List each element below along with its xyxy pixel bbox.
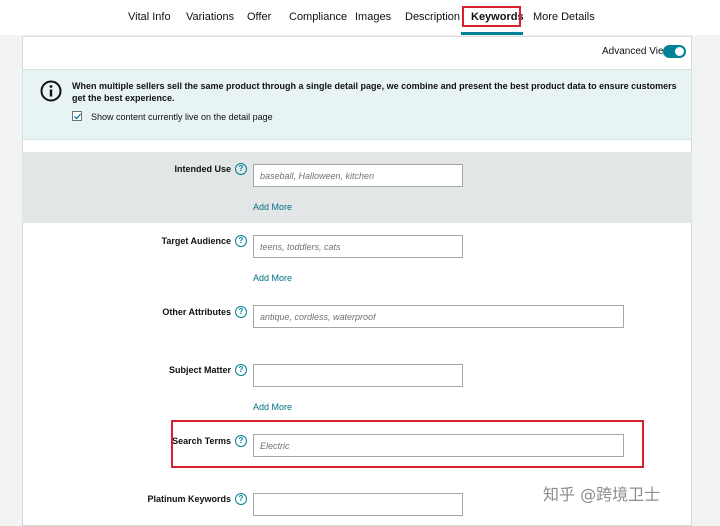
search-terms-highlight — [171, 420, 644, 468]
intended-use-input[interactable] — [253, 164, 463, 187]
tab-variations[interactable]: Variations — [186, 11, 234, 23]
tab-description[interactable]: Description — [405, 11, 460, 23]
advanced-view-toggle[interactable] — [663, 45, 686, 58]
show-live-content-checkbox[interactable] — [72, 111, 82, 121]
target-audience-input[interactable] — [253, 235, 463, 258]
tab-offer[interactable]: Offer — [247, 11, 271, 23]
target-audience-label: Target Audience — [161, 236, 231, 246]
intended-use-row — [22, 152, 692, 223]
subject-matter-label: Subject Matter — [168, 365, 231, 375]
info-text: When multiple sellers sell the same prod… — [72, 81, 677, 103]
platinum-keywords-label: Platinum Keywords — [147, 494, 231, 504]
other-attributes-help-icon[interactable]: ? — [235, 306, 247, 318]
info-circle-icon — [40, 80, 62, 102]
subject-matter-add-more-link[interactable]: Add More — [253, 402, 292, 412]
target-audience-help-icon[interactable]: ? — [235, 235, 247, 247]
advanced-view-label: Advanced View — [602, 46, 671, 57]
platinum-keywords-help-icon[interactable]: ? — [235, 493, 247, 505]
active-tab-indicator — [461, 32, 523, 35]
intended-use-label: Intended Use — [174, 164, 231, 174]
toggle-knob — [675, 47, 684, 56]
intended-use-help-icon[interactable]: ? — [235, 163, 247, 175]
tab-vital-info[interactable]: Vital Info — [128, 11, 171, 23]
tab-compliance[interactable]: Compliance — [289, 11, 347, 23]
intended-use-add-more-link[interactable]: Add More — [253, 202, 292, 212]
show-live-content-label: Show content currently live on the detai… — [91, 112, 273, 122]
tab-bar: Vital Info Variations Offer Compliance I… — [0, 0, 720, 35]
platinum-keywords-input[interactable] — [253, 493, 463, 516]
other-attributes-label: Other Attributes — [162, 307, 231, 317]
keywords-tab-highlight — [462, 6, 521, 27]
watermark: 知乎 @跨境卫士 — [543, 485, 661, 504]
other-attributes-input[interactable] — [253, 305, 624, 328]
tab-more-details[interactable]: More Details — [533, 11, 595, 23]
subject-matter-input[interactable] — [253, 364, 463, 387]
target-audience-add-more-link[interactable]: Add More — [253, 273, 292, 283]
subject-matter-help-icon[interactable]: ? — [235, 364, 247, 376]
tab-images[interactable]: Images — [355, 11, 391, 23]
checkmark-icon — [74, 113, 82, 120]
